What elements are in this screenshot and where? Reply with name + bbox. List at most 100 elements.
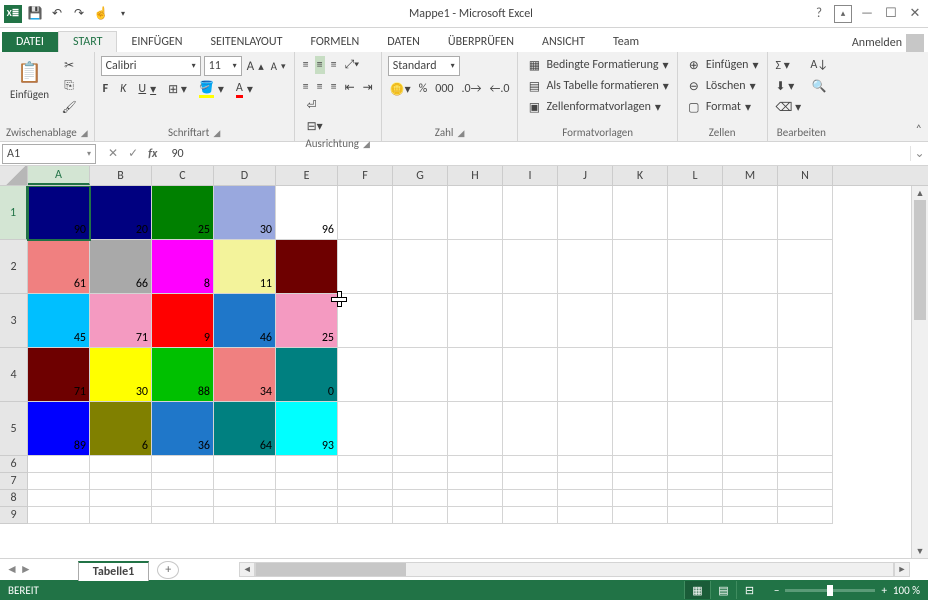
maximize-icon[interactable]: ☐ bbox=[882, 5, 900, 23]
enter-formula-icon[interactable]: ✓ bbox=[128, 146, 138, 161]
cell[interactable] bbox=[613, 186, 668, 240]
cut-button[interactable]: ✂ bbox=[59, 56, 79, 74]
cell[interactable] bbox=[393, 402, 448, 456]
close-icon[interactable]: ✕ bbox=[906, 5, 924, 23]
row-header[interactable]: 3 bbox=[0, 294, 28, 348]
number-format-combo[interactable]: Standard▾ bbox=[388, 56, 460, 76]
zoom-out-button[interactable]: − bbox=[774, 584, 779, 597]
cell[interactable]: 45 bbox=[28, 294, 90, 348]
font-name-combo[interactable]: Calibri▾ bbox=[101, 56, 201, 76]
qat-more-icon[interactable]: ▾ bbox=[114, 5, 132, 23]
sheet-nav-next-icon[interactable]: ► bbox=[20, 562, 32, 577]
cell[interactable] bbox=[613, 456, 668, 473]
align-left-button[interactable]: ≡ bbox=[301, 78, 311, 96]
column-header[interactable]: H bbox=[448, 166, 503, 185]
percent-button[interactable]: % bbox=[417, 80, 430, 98]
row-header[interactable]: 6 bbox=[0, 456, 28, 473]
row-header[interactable]: 5 bbox=[0, 402, 28, 456]
row-header[interactable]: 4 bbox=[0, 348, 28, 402]
cell[interactable]: 6 bbox=[90, 402, 152, 456]
shrink-font-button[interactable]: A▾ bbox=[269, 57, 288, 75]
cell[interactable] bbox=[152, 507, 214, 524]
cell[interactable] bbox=[558, 402, 613, 456]
ribbon-display-icon[interactable]: ▴ bbox=[834, 5, 852, 23]
scroll-down-icon[interactable]: ▼ bbox=[912, 544, 928, 558]
cell[interactable]: 96 bbox=[276, 186, 338, 240]
font-dialog-icon[interactable]: ◢ bbox=[213, 128, 220, 139]
cell[interactable] bbox=[448, 186, 503, 240]
cell[interactable] bbox=[338, 473, 393, 490]
cell[interactable] bbox=[338, 490, 393, 507]
column-header[interactable]: G bbox=[393, 166, 448, 185]
cell[interactable] bbox=[393, 240, 448, 294]
tab-start[interactable]: START bbox=[58, 31, 118, 53]
cell[interactable] bbox=[276, 240, 338, 294]
vertical-scrollbar[interactable]: ▲ ▼ bbox=[911, 186, 928, 558]
name-box[interactable]: A1▾ bbox=[2, 144, 96, 164]
cell[interactable] bbox=[723, 473, 778, 490]
cell[interactable]: 88 bbox=[152, 348, 214, 402]
cell[interactable] bbox=[338, 456, 393, 473]
underline-button[interactable]: U ▾ bbox=[136, 80, 158, 98]
currency-button[interactable]: 🪙▾ bbox=[388, 80, 413, 98]
cell[interactable]: 34 bbox=[214, 348, 276, 402]
cell[interactable] bbox=[276, 473, 338, 490]
cell[interactable] bbox=[558, 348, 613, 402]
format-as-table-button[interactable]: ▤Als Tabelle formatieren ▾ bbox=[524, 77, 670, 95]
sort-filter-button[interactable]: A↓ bbox=[809, 56, 829, 74]
cell[interactable]: 64 bbox=[214, 402, 276, 456]
row-header[interactable]: 1 bbox=[0, 186, 28, 240]
save-icon[interactable]: 💾 bbox=[26, 5, 44, 23]
format-cells-button[interactable]: ▢Format ▾ bbox=[684, 98, 761, 116]
cell[interactable] bbox=[613, 402, 668, 456]
cell[interactable] bbox=[276, 507, 338, 524]
cell[interactable] bbox=[503, 294, 558, 348]
merge-button[interactable]: ⊟▾ bbox=[305, 117, 375, 135]
touch-mode-icon[interactable]: ☝ bbox=[92, 5, 110, 23]
new-sheet-button[interactable]: + bbox=[157, 561, 179, 579]
expand-formula-bar-icon[interactable]: ⌄ bbox=[910, 146, 928, 161]
fx-icon[interactable]: fx bbox=[148, 147, 165, 161]
autosum-button[interactable]: Σ ▾ bbox=[774, 56, 804, 74]
align-dialog-icon[interactable]: ◢ bbox=[363, 139, 370, 150]
zoom-level[interactable]: 100 % bbox=[893, 584, 920, 597]
cell[interactable]: 11 bbox=[214, 240, 276, 294]
zoom-slider[interactable] bbox=[785, 589, 875, 592]
cell[interactable] bbox=[448, 473, 503, 490]
cell[interactable] bbox=[448, 348, 503, 402]
cell[interactable] bbox=[152, 473, 214, 490]
cell[interactable] bbox=[668, 456, 723, 473]
scroll-right-icon[interactable]: ► bbox=[894, 562, 910, 577]
column-header[interactable]: D bbox=[214, 166, 276, 185]
thousands-button[interactable]: 000 bbox=[433, 80, 455, 98]
cell[interactable] bbox=[668, 240, 723, 294]
cell[interactable] bbox=[503, 456, 558, 473]
cell[interactable] bbox=[28, 507, 90, 524]
paste-button[interactable]: 📋 Einfügen bbox=[6, 56, 53, 103]
cell[interactable] bbox=[90, 490, 152, 507]
cell[interactable] bbox=[503, 402, 558, 456]
cell[interactable]: 9 bbox=[152, 294, 214, 348]
cell[interactable] bbox=[613, 473, 668, 490]
cell[interactable]: 0 bbox=[276, 348, 338, 402]
cell[interactable] bbox=[28, 456, 90, 473]
cell[interactable] bbox=[723, 348, 778, 402]
cancel-formula-icon[interactable]: ✕ bbox=[108, 146, 118, 161]
cell[interactable] bbox=[393, 456, 448, 473]
tab-pagelayout[interactable]: SEITENLAYOUT bbox=[197, 32, 297, 52]
align-bottom-button[interactable]: ≡ bbox=[329, 56, 339, 74]
clipboard-dialog-icon[interactable]: ◢ bbox=[81, 128, 88, 139]
row-header[interactable]: 9 bbox=[0, 507, 28, 524]
cell[interactable] bbox=[503, 490, 558, 507]
align-center-button[interactable]: ≡ bbox=[315, 78, 325, 96]
tab-view[interactable]: ANSICHT bbox=[528, 32, 599, 52]
cell[interactable] bbox=[448, 402, 503, 456]
cell[interactable] bbox=[723, 186, 778, 240]
cell[interactable] bbox=[778, 402, 833, 456]
row-header[interactable]: 8 bbox=[0, 490, 28, 507]
cell[interactable] bbox=[503, 240, 558, 294]
formula-input[interactable]: 90 bbox=[165, 147, 910, 161]
tab-formulas[interactable]: FORMELN bbox=[296, 32, 373, 52]
cell[interactable] bbox=[152, 490, 214, 507]
cell[interactable] bbox=[613, 294, 668, 348]
